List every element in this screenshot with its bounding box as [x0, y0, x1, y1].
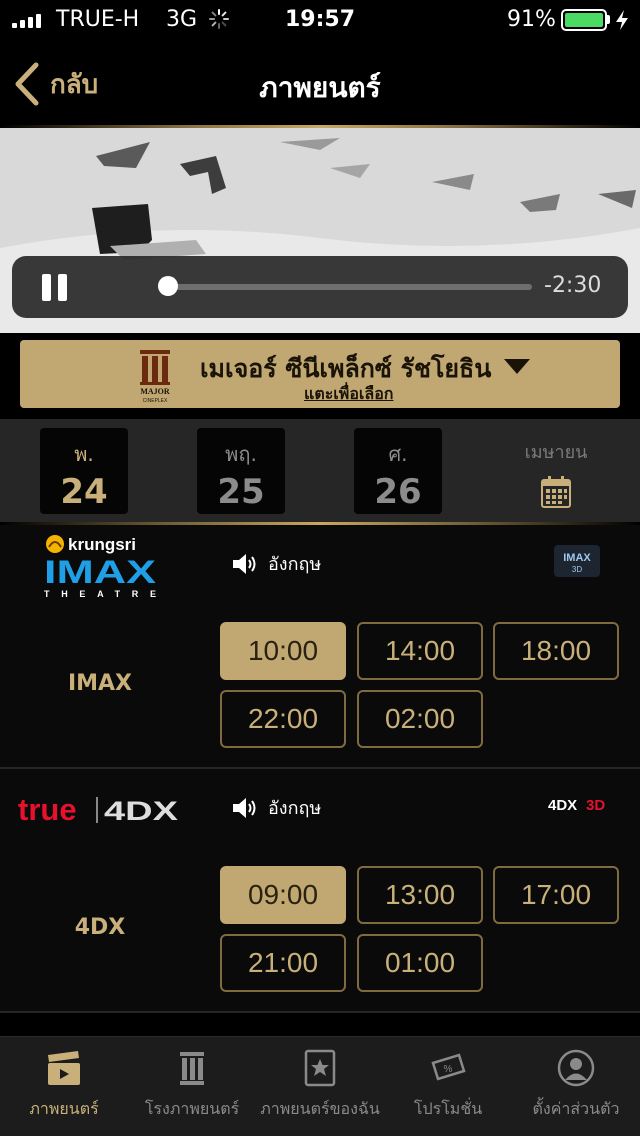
format-label: 4DX	[74, 915, 126, 940]
date-selector: พ. 24 พฤ. 25 ศ. 26 เมษายน	[0, 419, 640, 523]
showtime-button[interactable]: 18:00	[493, 622, 619, 680]
showtime-button[interactable]: 22:00	[220, 690, 346, 748]
date-card-25[interactable]: พฤ. 25	[197, 428, 285, 514]
4dx-3d-badge-icon: 4DX 3D	[548, 797, 605, 814]
imax-text: IMAX	[44, 554, 157, 590]
pause-button[interactable]	[42, 274, 68, 302]
month-calendar-button[interactable]: เมษายน	[512, 437, 600, 508]
tab-label: ตั้งค่าส่วนตัว	[532, 1099, 620, 1118]
showtime-button[interactable]: 21:00	[220, 934, 346, 992]
battery-tip	[607, 15, 610, 24]
language-indicator: อังกฤษ	[232, 793, 321, 822]
cinema-selector[interactable]: MAJOR CINEPLEX เมเจอร์ ซีนีเพล็กซ์ รัชโย…	[20, 340, 620, 408]
showtime-button[interactable]: 13:00	[357, 866, 483, 924]
video-progress-bar[interactable]	[158, 284, 532, 290]
section-divider	[0, 1011, 640, 1013]
showtime-button[interactable]: 02:00	[357, 690, 483, 748]
badge-top-text: IMAX	[563, 552, 591, 564]
date-number: 25	[217, 472, 265, 512]
tab-promotions[interactable]: % โปรโมชั่น	[384, 1049, 512, 1122]
battery-percentage: 91%	[507, 7, 556, 32]
cinema-area: MAJOR CINEPLEX เมเจอร์ ซีนีเพล็กซ์ รัชโย…	[0, 333, 640, 419]
status-bar: TRUE-H 3G 19:57 91%	[0, 0, 640, 40]
4dx-brand-text: 4DX	[104, 796, 178, 826]
showtime-button[interactable]: 17:00	[493, 866, 619, 924]
promotion-tag-icon: %	[431, 1053, 466, 1081]
time-remaining: -2:30	[544, 273, 602, 298]
major-cineplex-logo: MAJOR CINEPLEX	[140, 350, 170, 404]
true-4dx-logo: true 4DX	[18, 792, 178, 827]
calendar-icon	[541, 476, 571, 508]
video-controls: -2:30	[12, 256, 628, 318]
svg-text:%: %	[444, 1064, 453, 1075]
tab-label: โปรโมชั่น	[413, 1099, 483, 1118]
dropdown-arrow-icon	[504, 359, 530, 374]
showtime-button[interactable]: 01:00	[357, 934, 483, 992]
battery-icon	[561, 9, 607, 31]
date-day-label: พ.	[74, 442, 94, 466]
krungsri-text: krungsri	[68, 535, 136, 554]
tab-label: ภาพยนตร์ของฉัน	[260, 1099, 380, 1118]
navigation-bar: กลับ ภาพยนตร์	[0, 40, 640, 128]
language-label: อังกฤษ	[268, 798, 322, 819]
date-card-26[interactable]: ศ. 26	[354, 428, 442, 514]
tab-cinemas[interactable]: โรงภาพยนตร์	[128, 1049, 256, 1122]
speaker-icon	[233, 553, 256, 574]
language-indicator: อังกฤษ	[232, 549, 321, 578]
tab-label: โรงภาพยนตร์	[144, 1099, 240, 1118]
true-brand-text: true	[18, 792, 77, 827]
krungsri-imax-logo: krungsri IMAX THEATRE	[44, 535, 157, 599]
date-day-label: ศ.	[388, 442, 408, 466]
my-movies-icon	[304, 1049, 336, 1087]
badge-bottom-text: 3D	[586, 797, 605, 814]
showtime-button[interactable]: 14:00	[357, 622, 483, 680]
page-title: ภาพยนตร์	[259, 71, 381, 104]
date-card-24[interactable]: พ. 24	[40, 428, 128, 514]
cineplex-logo-text: CINEPLEX	[143, 398, 168, 404]
cinema-select-hint: แตะเพื่อเลือก	[304, 384, 394, 403]
badge-top-text: 4DX	[548, 797, 577, 814]
charging-bolt-icon	[616, 10, 628, 30]
date-day-label: พฤ.	[225, 442, 257, 466]
major-logo-text: MAJOR	[140, 387, 170, 396]
showtime-button[interactable]: 10:00	[220, 622, 346, 680]
tab-my-movies[interactable]: ภาพยนตร์ของฉัน	[256, 1049, 384, 1122]
tab-settings[interactable]: ตั้งค่าส่วนตัว	[512, 1049, 640, 1122]
video-scrubber-knob[interactable]	[158, 276, 178, 296]
speaker-icon	[233, 797, 256, 818]
clapperboard-icon	[48, 1051, 80, 1085]
profile-icon	[557, 1049, 595, 1087]
tab-label: ภาพยนตร์	[29, 1099, 99, 1118]
showtime-section-imax: krungsri IMAX THEATRE อังกฤษ IMAX 3D IMA…	[0, 525, 640, 767]
imax-3d-badge-icon: IMAX 3D	[554, 545, 600, 577]
badge-bottom-text: 3D	[572, 565, 582, 574]
tab-bar: ภาพยนตร์ โรงภาพยนตร์ ภาพยนตร์ของฉัน % โป…	[0, 1036, 640, 1136]
trailer-video[interactable]: -2:30	[0, 128, 640, 333]
tab-movies[interactable]: ภาพยนตร์	[0, 1049, 128, 1122]
showtime-button[interactable]: 09:00	[220, 866, 346, 924]
language-label: อังกฤษ	[268, 554, 322, 575]
month-label: เมษายน	[524, 442, 588, 463]
cinema-building-icon	[180, 1052, 204, 1085]
date-number: 24	[60, 472, 108, 512]
theatre-text: THEATRE	[44, 589, 156, 599]
date-number: 26	[374, 472, 422, 512]
format-label: IMAX	[67, 671, 133, 696]
showtime-section-4dx: true 4DX อังกฤษ 4DX 3D 4DX 09:00 13:00 1…	[0, 769, 640, 1011]
